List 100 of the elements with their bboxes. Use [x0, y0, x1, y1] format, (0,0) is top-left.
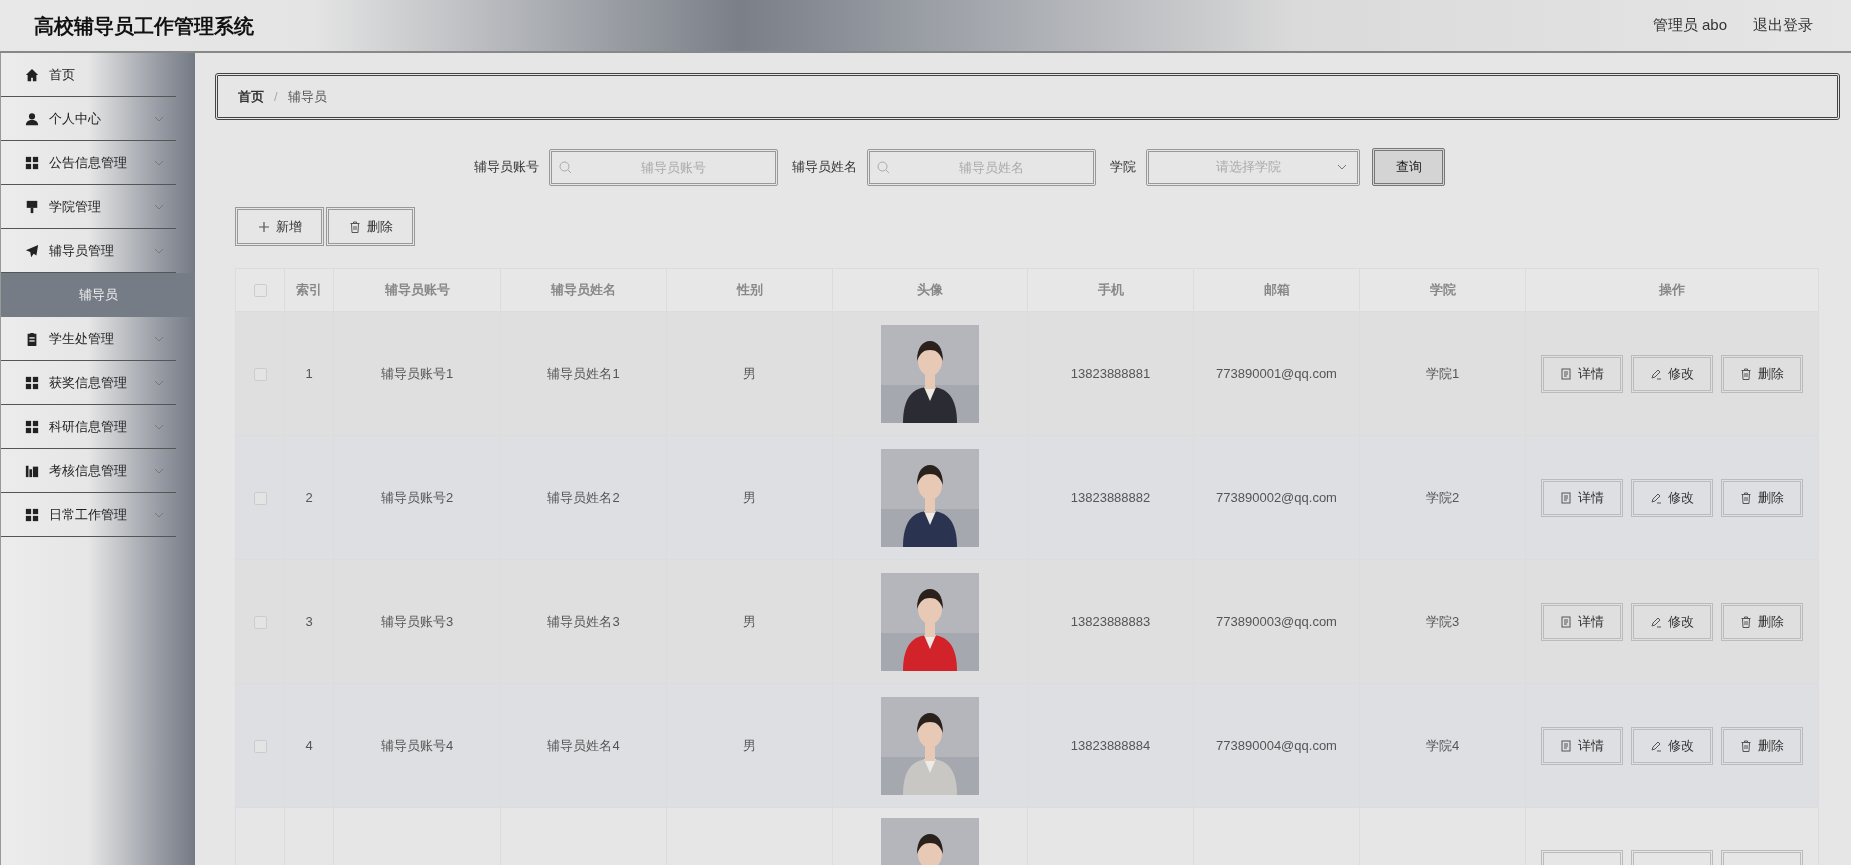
- app-title: 高校辅导员工作管理系统: [34, 13, 254, 39]
- logout-link[interactable]: 退出登录: [1753, 14, 1813, 37]
- table-cell: 学院1: [1359, 311, 1526, 436]
- document-icon: [1560, 615, 1572, 628]
- table-cell: 13823888883: [1027, 559, 1194, 684]
- table-cell: 辅导员姓名2: [500, 435, 667, 560]
- signpost-icon: [25, 199, 39, 214]
- row-checkbox[interactable]: [253, 739, 267, 753]
- clipboard-icon: [25, 331, 39, 346]
- row-action-button[interactable]: 详情: [1541, 602, 1623, 641]
- trash-icon: [1740, 491, 1752, 504]
- column-header: 邮箱: [1193, 268, 1360, 312]
- pencil-icon: [1650, 739, 1662, 752]
- column-header: 学院: [1359, 268, 1526, 312]
- column-header: 操作: [1525, 268, 1819, 312]
- pencil-icon: [1650, 615, 1662, 628]
- paper-plane-icon: [25, 243, 39, 258]
- document-icon: [1560, 367, 1572, 380]
- table-cell: 辅导员账号4: [333, 683, 501, 808]
- trash-icon: [1740, 739, 1752, 752]
- table-cell: 773890004@qq.com: [1193, 683, 1360, 808]
- document-icon: [1560, 491, 1572, 504]
- chevron-down-icon: [1337, 164, 1347, 170]
- user-label: 管理员 abo: [1652, 15, 1727, 36]
- row-checkbox[interactable]: [253, 491, 267, 505]
- grid-icon: [25, 507, 39, 522]
- table-cell: 男: [666, 683, 833, 808]
- row-action-button[interactable]: 详情: [1541, 478, 1623, 517]
- column-header: 辅导员账号: [333, 268, 501, 312]
- row-action-button[interactable]: 详情: [1541, 354, 1623, 393]
- search-icon: [877, 160, 890, 174]
- table-cell: 辅导员账号2: [333, 435, 501, 560]
- pencil-icon: [1650, 367, 1662, 380]
- search-label: 辅导员账号: [474, 158, 539, 177]
- column-header: 手机: [1027, 268, 1194, 312]
- trash-icon: [348, 220, 361, 233]
- sidebar-item[interactable]: 学生处管理: [1, 317, 176, 361]
- search-label: 学院: [1110, 158, 1136, 177]
- row-action-button[interactable]: 删除: [1721, 354, 1803, 393]
- table-cell: 13823888884: [1027, 683, 1194, 808]
- trash-icon: [1740, 367, 1752, 380]
- trash-icon: [1740, 615, 1752, 628]
- sidebar-item[interactable]: 考核信息管理: [1, 449, 176, 493]
- row-action-button[interactable]: 修改: [1631, 354, 1713, 393]
- pencil-icon: [1650, 491, 1662, 504]
- row-checkbox[interactable]: [253, 367, 267, 381]
- sidebar-item[interactable]: 首页: [1, 53, 176, 97]
- select-all-checkbox[interactable]: [253, 284, 267, 298]
- sidebar-item[interactable]: 科研信息管理: [1, 405, 176, 449]
- home-icon: [25, 67, 39, 82]
- grid-icon: [25, 375, 39, 390]
- table-cell: 3: [284, 559, 334, 684]
- table-cell: 男: [666, 311, 833, 436]
- table-cell: 辅导员姓名1: [500, 311, 667, 436]
- breadcrumb-link[interactable]: 辅导员: [287, 86, 327, 107]
- sidebar-item[interactable]: 学院管理: [1, 185, 176, 229]
- query-button[interactable]: 查询: [1372, 148, 1445, 186]
- column-header: 性别: [666, 268, 833, 312]
- table-cell: 2: [284, 435, 334, 560]
- table-cell: 学院2: [1359, 435, 1526, 560]
- row-action-button[interactable]: 修改: [1631, 478, 1713, 517]
- table-cell: 4: [284, 683, 334, 808]
- search-icon: [559, 160, 572, 174]
- table-cell: 辅导员账号3: [333, 559, 501, 684]
- table-cell: 13823888881: [1027, 311, 1194, 436]
- row-action-button[interactable]: 修改: [1631, 602, 1713, 641]
- breadcrumb-separator: /: [274, 87, 278, 106]
- row-action-button[interactable]: 删除: [1721, 478, 1803, 517]
- row-action-button[interactable]: 删除: [1721, 602, 1803, 641]
- row-action-button[interactable]: 详情: [1541, 726, 1623, 765]
- table-cell: 学院3: [1359, 559, 1526, 684]
- table-cell: 辅导员姓名3: [500, 559, 667, 684]
- bar-chart-icon: [25, 463, 39, 478]
- table-cell: 辅导员账号1: [333, 311, 501, 436]
- sidebar-item[interactable]: 公告信息管理: [1, 141, 176, 185]
- table-cell: 辅导员姓名4: [500, 683, 667, 808]
- table-cell: 学院4: [1359, 683, 1526, 808]
- document-icon: [1560, 739, 1572, 752]
- sidebar-item[interactable]: 获奖信息管理: [1, 361, 176, 405]
- column-header: 辅导员姓名: [500, 268, 667, 312]
- column-header: 头像: [832, 268, 1028, 312]
- table-cell: 773890003@qq.com: [1193, 559, 1360, 684]
- toolbar-button[interactable]: 新增: [235, 207, 324, 246]
- sidebar-item[interactable]: 个人中心: [1, 97, 176, 141]
- column-header: 索引: [284, 268, 334, 312]
- row-action-button[interactable]: 删除: [1721, 726, 1803, 765]
- breadcrumb-link[interactable]: 首页: [238, 86, 264, 107]
- plus-icon: [257, 220, 270, 233]
- row-checkbox[interactable]: [253, 615, 267, 629]
- grid-icon: [25, 155, 39, 170]
- table-cell: 1: [284, 311, 334, 436]
- table-cell: 男: [666, 435, 833, 560]
- table-cell: 773890001@qq.com: [1193, 311, 1360, 436]
- table-cell: 13823888882: [1027, 435, 1194, 560]
- table-cell: 773890002@qq.com: [1193, 435, 1360, 560]
- sidebar-item[interactable]: 日常工作管理: [1, 493, 176, 537]
- user-icon: [25, 111, 39, 126]
- toolbar-button[interactable]: 删除: [326, 207, 415, 246]
- grid-icon: [25, 419, 39, 434]
- row-action-button[interactable]: 修改: [1631, 726, 1713, 765]
